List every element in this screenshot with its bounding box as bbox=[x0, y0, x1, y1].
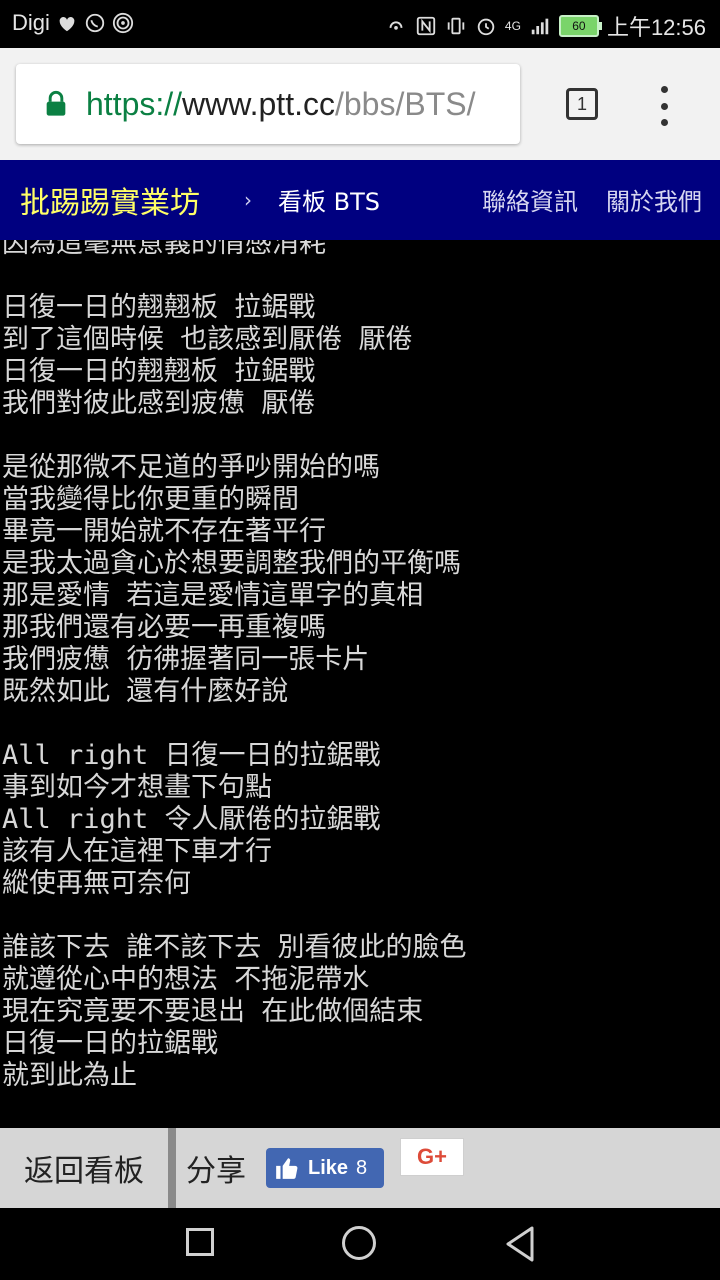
board-link[interactable]: 看板 BTS bbox=[278, 182, 380, 217]
whatsapp-icon bbox=[85, 13, 105, 33]
status-right: 4G 60 上午12:56 bbox=[385, 10, 706, 42]
facebook-like-count: 8 bbox=[356, 1156, 368, 1179]
article-line bbox=[2, 900, 467, 932]
url-path: /bbs/BTS/ bbox=[334, 85, 476, 122]
article-line: All right 令人厭倦的拉鋸戰 bbox=[2, 804, 381, 835]
status-left: Digi bbox=[12, 10, 134, 36]
breadcrumb-chevron-icon: › bbox=[244, 188, 252, 212]
article-line: 當我變得比你更重的瞬間 bbox=[2, 484, 299, 515]
article-line: 誰該下去 誰不該下去 別看彼此的臉色 bbox=[2, 932, 467, 963]
article-line: 畢竟一開始就不存在著平行 bbox=[2, 516, 326, 547]
article-line: 縱使再無可奈何 bbox=[2, 868, 191, 899]
article-line: 到了這個時候 也該感到厭倦 厭倦 bbox=[2, 324, 413, 355]
article-line: 現在究竟要不要退出 在此做個結束 bbox=[2, 996, 424, 1027]
article-line: 就遵從心中的想法 不拖泥帶水 bbox=[2, 964, 370, 995]
article-line: 既然如此 還有什麼好說 bbox=[2, 676, 289, 707]
nav-about[interactable]: 關於我們 bbox=[606, 182, 702, 217]
signal-icon bbox=[531, 18, 549, 35]
url-text[interactable]: https://www.ptt.cc/bbs/BTS/ bbox=[86, 86, 475, 123]
article-line: 是我太過貪心於想要調整我們的平衡嗎 bbox=[2, 548, 461, 579]
home-icon[interactable] bbox=[342, 1226, 376, 1260]
share-label: 分享 bbox=[186, 1154, 246, 1189]
article-line: 日復一日的翹翹板 拉鋸戰 bbox=[2, 356, 316, 387]
facebook-like-button[interactable]: Like 8 bbox=[266, 1148, 384, 1188]
google-plus-button[interactable]: G+ bbox=[400, 1138, 464, 1176]
back-triangle-icon[interactable] bbox=[502, 1224, 538, 1264]
recent-apps-icon[interactable] bbox=[186, 1228, 214, 1256]
status-bar: Digi 4G 60 上午12:56 bbox=[0, 0, 720, 48]
article-line: 我們疲憊 彷彿握著同一張卡片 bbox=[2, 644, 370, 675]
carrier-label: Digi bbox=[12, 10, 50, 35]
tab-count: 1 bbox=[576, 93, 587, 114]
article-content[interactable]: 因為這毫無意義的情感消耗 日復一日的翹翹板 拉鋸戰 到了這個時候 也該感到厭倦 厭… bbox=[0, 240, 720, 1128]
url-scheme: https:// bbox=[86, 85, 183, 122]
wifi-hotspot-icon bbox=[389, 21, 403, 30]
article-line: 該有人在這裡下車才行 bbox=[2, 836, 272, 867]
article-line: 那我們還有必要一再重複嗎 bbox=[2, 612, 326, 643]
article-body: 因為這毫無意義的情感消耗 日復一日的翹翹板 拉鋸戰 到了這個時候 也該感到厭倦 厭… bbox=[2, 240, 467, 1092]
lock-icon bbox=[46, 90, 66, 116]
hotspot-icon bbox=[112, 12, 133, 34]
article-line: 就到此為止 bbox=[2, 1060, 137, 1091]
article-line bbox=[2, 708, 467, 740]
nav-contact[interactable]: 聯絡資訊 bbox=[482, 182, 578, 217]
article-line: All right 日復一日的拉鋸戰 bbox=[2, 740, 381, 771]
nfc-icon bbox=[416, 16, 436, 36]
network-type: 4G bbox=[504, 19, 521, 33]
back-to-board-button[interactable]: 返回看板 bbox=[0, 1128, 168, 1208]
bottom-action-bar: 返回看板 分享 Like 8 G+ bbox=[0, 1128, 720, 1208]
article-line bbox=[2, 260, 467, 292]
url-host: www.ptt.cc bbox=[182, 85, 335, 122]
article-line: 我們對彼此感到疲憊 厭倦 bbox=[2, 388, 316, 419]
action-divider bbox=[168, 1128, 176, 1208]
site-brand[interactable]: 批踢踢實業坊 bbox=[20, 178, 200, 222]
article-line: 事到如今才想畫下句點 bbox=[2, 772, 272, 803]
heart-icon bbox=[59, 17, 75, 32]
article-line: 因為這毫無意義的情感消耗 bbox=[2, 240, 326, 259]
thumbs-up-icon bbox=[276, 1158, 298, 1179]
article-line: 日復一日的翹翹板 拉鋸戰 bbox=[2, 292, 316, 323]
alarm-icon bbox=[477, 18, 495, 36]
article-line: 是從那微不足道的爭吵開始的嗎 bbox=[2, 452, 380, 483]
android-nav-bar bbox=[0, 1208, 720, 1280]
tabs-icon[interactable]: 1 bbox=[566, 88, 598, 120]
status-time: 上午12:56 bbox=[606, 15, 706, 40]
article-line: 那是愛情 若這是愛情這單字的真相 bbox=[2, 580, 424, 611]
site-header: 批踢踢實業坊 › 看板 BTS 聯絡資訊 關於我們 bbox=[0, 160, 720, 240]
overflow-menu-icon[interactable] bbox=[656, 86, 672, 126]
battery-level: 60 bbox=[572, 19, 586, 33]
url-bar[interactable]: https://www.ptt.cc/bbs/BTS/ bbox=[16, 64, 520, 144]
browser-toolbar: https://www.ptt.cc/bbs/BTS/ 1 bbox=[0, 48, 720, 160]
article-line: 日復一日的拉鋸戰 bbox=[2, 1028, 218, 1059]
vibrate-icon bbox=[447, 17, 465, 35]
battery-icon: 60 bbox=[558, 15, 602, 37]
article-line bbox=[2, 420, 467, 452]
facebook-like-label: Like bbox=[308, 1156, 349, 1179]
